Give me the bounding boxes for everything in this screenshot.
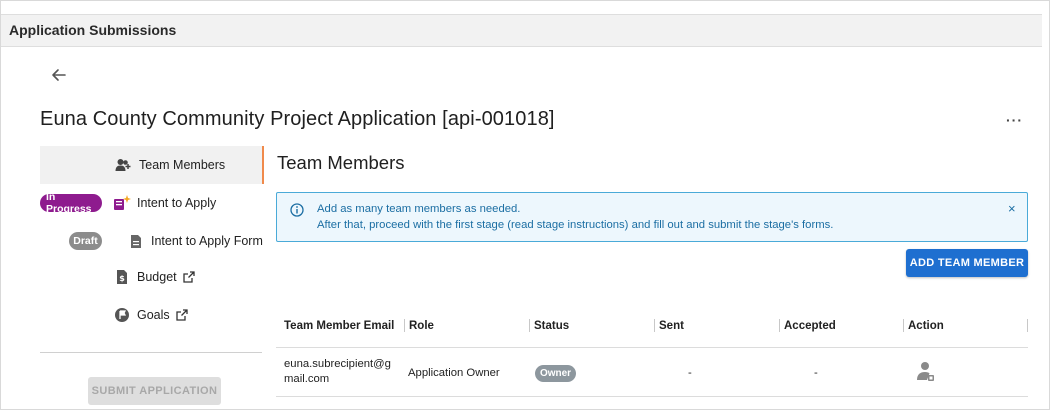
member-sent: -	[688, 367, 692, 379]
sidebar-item-label: Intent to Apply	[137, 196, 217, 210]
column-separator	[1027, 319, 1028, 332]
column-header-sent[interactable]: Sent	[654, 312, 684, 340]
back-arrow-icon[interactable]	[48, 64, 70, 86]
sidebar-item-intent-to-apply-form[interactable]: Intent to Apply Form	[127, 222, 263, 260]
svg-text:$: $	[119, 274, 125, 283]
more-options-button[interactable]: ···	[1006, 112, 1026, 128]
external-link-icon	[176, 309, 188, 321]
active-tab-indicator	[262, 146, 264, 184]
column-separator	[654, 319, 655, 332]
intent-sparkle-icon	[113, 195, 131, 211]
column-header-status[interactable]: Status	[529, 312, 569, 340]
column-header-action[interactable]: Action	[903, 312, 944, 340]
page-title: Euna County Community Project Applicatio…	[40, 108, 555, 130]
sidebar-item-label: Intent to Apply Form	[151, 234, 263, 248]
add-team-member-button[interactable]: ADD TEAM MEMBER	[906, 249, 1028, 277]
user-settings-icon[interactable]	[916, 360, 936, 384]
info-icon	[290, 203, 304, 217]
sidebar-item-label: Goals	[137, 308, 170, 322]
column-separator	[779, 319, 780, 332]
status-badge-owner: Owner	[535, 365, 576, 382]
sidebar-item-budget[interactable]: $ Budget	[113, 258, 263, 296]
status-badge-draft: Draft	[69, 232, 102, 250]
table-header-divider	[276, 347, 1028, 348]
window-title: Application Submissions	[9, 22, 177, 38]
flag-circle-icon	[113, 307, 131, 323]
window-titlebar: Application Submissions	[1, 14, 1042, 47]
document-icon	[127, 233, 145, 249]
sidebar-item-goals[interactable]: Goals	[113, 296, 263, 334]
member-accepted: -	[814, 367, 818, 379]
member-role: Application Owner	[408, 367, 500, 379]
member-email: euna.subrecipient@g mail.com	[284, 358, 391, 385]
column-header-email[interactable]: Team Member Email	[284, 312, 394, 340]
section-title: Team Members	[277, 152, 405, 173]
column-separator	[404, 319, 405, 332]
team-add-icon	[115, 157, 133, 173]
sidebar-item-label: Team Members	[139, 158, 226, 172]
info-alert: Add as many team members as needed. Afte…	[276, 192, 1028, 242]
info-text-line-1: Add as many team members as needed.	[317, 203, 521, 215]
sidebar-item-label: Budget	[137, 270, 177, 284]
column-header-role[interactable]: Role	[404, 312, 434, 340]
status-badge-in-progress: In Progress	[40, 191, 102, 215]
sidebar-item-intent-to-apply[interactable]: Intent to Apply	[113, 184, 263, 222]
submit-application-button[interactable]: SUBMIT APPLICATION	[88, 377, 221, 405]
close-alert-button[interactable]: ×	[1008, 201, 1016, 216]
column-separator	[529, 319, 530, 332]
info-text-line-2: After that, proceed with the first stage…	[317, 219, 834, 231]
external-link-icon	[182, 271, 195, 283]
sidebar-item-team-members[interactable]: Team Members	[40, 146, 262, 184]
column-header-accepted[interactable]: Accepted	[779, 312, 836, 340]
budget-doc-icon: $	[113, 269, 131, 285]
table-row-divider	[276, 396, 1028, 397]
sidebar-divider	[40, 352, 262, 353]
column-separator	[903, 319, 904, 332]
